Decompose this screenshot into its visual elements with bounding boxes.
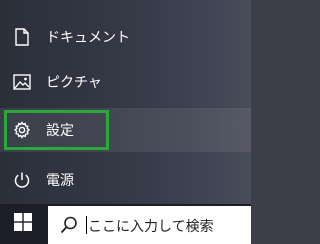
windows-logo-icon (14, 213, 32, 235)
gear-icon (12, 120, 32, 140)
menu-item-label: ピクチャ (46, 75, 102, 91)
text-cursor (86, 216, 87, 234)
menu-item-label: ドキュメント (46, 30, 130, 46)
picture-icon (12, 72, 32, 92)
menu-item-documents[interactable]: ドキュメント (0, 15, 251, 59)
search-icon (60, 216, 78, 234)
menu-item-label: 設定 (46, 123, 74, 139)
search-placeholder: ここに入力して検索 (88, 219, 214, 235)
menu-item-label: 電源 (46, 173, 74, 189)
taskbar: ここに入力して検索 (0, 204, 251, 244)
search-input[interactable]: ここに入力して検索 (48, 206, 251, 244)
menu-item-power[interactable]: 電源 (0, 158, 251, 202)
start-button[interactable] (0, 204, 46, 244)
document-icon (12, 27, 32, 47)
power-icon (12, 170, 32, 190)
menu-item-settings[interactable]: 設定 (0, 108, 251, 152)
menu-item-pictures[interactable]: ピクチャ (0, 60, 251, 104)
